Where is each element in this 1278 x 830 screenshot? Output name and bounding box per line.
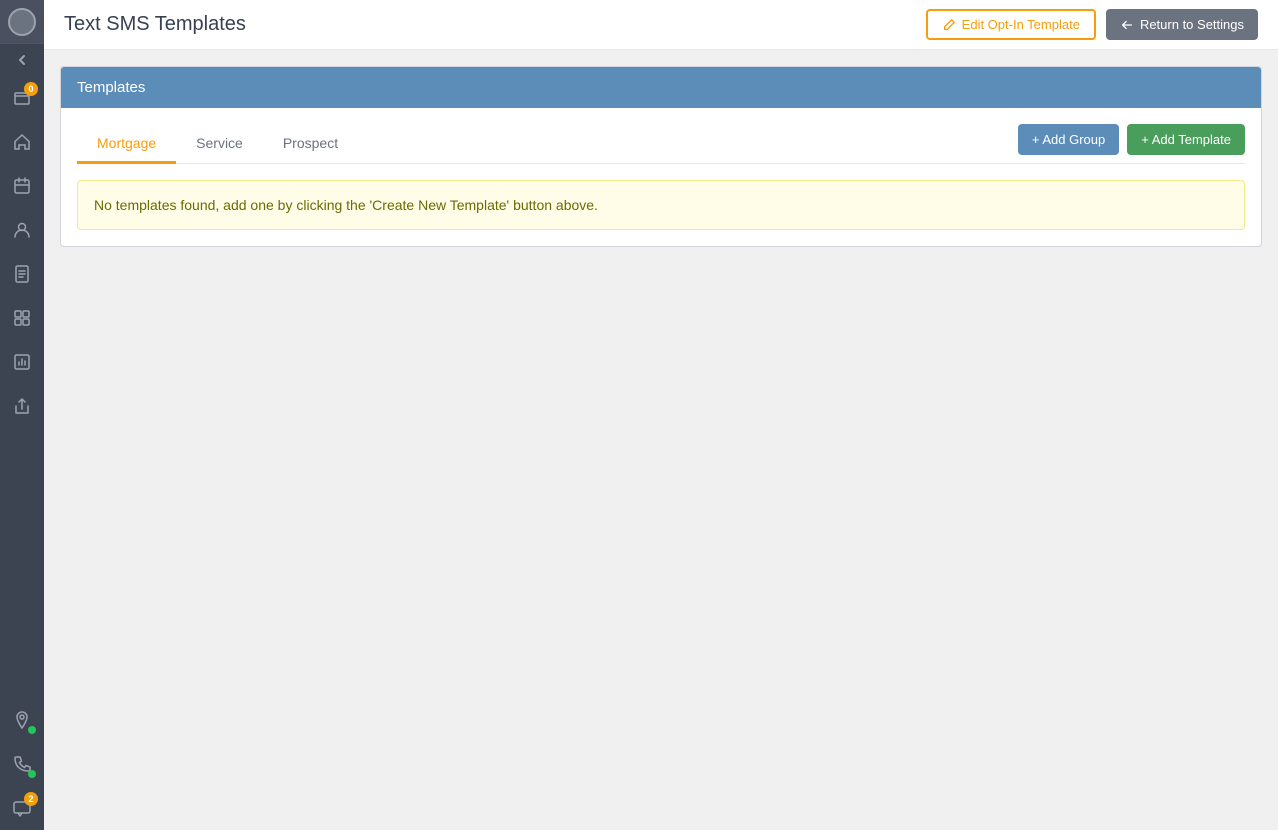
sidebar-item-location[interactable]: [0, 698, 44, 742]
page-title: Text SMS Templates: [64, 13, 926, 36]
sidebar-item-documents[interactable]: [0, 252, 44, 296]
sidebar-item-phone[interactable]: [0, 742, 44, 786]
chat-badge: 2: [24, 792, 38, 806]
notification-badge: 0: [24, 82, 38, 96]
content-area: Templates Mortgage Service Prospect: [44, 50, 1278, 830]
sidebar-item-contacts[interactable]: [0, 208, 44, 252]
sidebar-item-chat[interactable]: 2: [0, 786, 44, 830]
tabs-row: Mortgage Service Prospect + Add Group: [77, 124, 1245, 164]
sidebar: 0: [0, 0, 44, 830]
edit-icon: [942, 18, 956, 32]
sidebar-collapse-button[interactable]: [0, 44, 44, 76]
sidebar-item-reports[interactable]: [0, 340, 44, 384]
phone-status-dot: [28, 770, 36, 778]
tabs-actions: + Add Group + Add Template: [1018, 124, 1245, 163]
tabs-list: Mortgage Service Prospect: [77, 125, 1018, 163]
add-group-button[interactable]: + Add Group: [1018, 124, 1119, 155]
sidebar-item-calendar[interactable]: [0, 164, 44, 208]
templates-card: Templates Mortgage Service Prospect: [60, 66, 1262, 247]
sidebar-item-notifications[interactable]: 0: [0, 76, 44, 120]
add-template-button[interactable]: + Add Template: [1127, 124, 1245, 155]
templates-card-body: Mortgage Service Prospect + Add Group: [61, 108, 1261, 246]
location-status-dot: [28, 726, 36, 734]
main-content: Text SMS Templates Edit Opt-In Template …: [44, 0, 1278, 830]
return-icon: [1120, 18, 1134, 32]
sidebar-bottom: 2: [0, 698, 44, 830]
edit-opt-in-button[interactable]: Edit Opt-In Template: [926, 9, 1096, 40]
tab-service[interactable]: Service: [176, 125, 263, 164]
sidebar-item-products[interactable]: [0, 296, 44, 340]
templates-card-header: Templates: [61, 67, 1261, 108]
header: Text SMS Templates Edit Opt-In Template …: [44, 0, 1278, 50]
tab-mortgage[interactable]: Mortgage: [77, 125, 176, 164]
avatar-container[interactable]: [0, 0, 44, 44]
sidebar-item-home[interactable]: [0, 120, 44, 164]
empty-state-message: No templates found, add one by clicking …: [77, 180, 1245, 230]
return-to-settings-button[interactable]: Return to Settings: [1106, 9, 1258, 40]
avatar: [8, 8, 36, 36]
sidebar-item-share[interactable]: [0, 384, 44, 428]
tab-prospect[interactable]: Prospect: [263, 125, 358, 164]
header-actions: Edit Opt-In Template Return to Settings: [926, 9, 1258, 40]
